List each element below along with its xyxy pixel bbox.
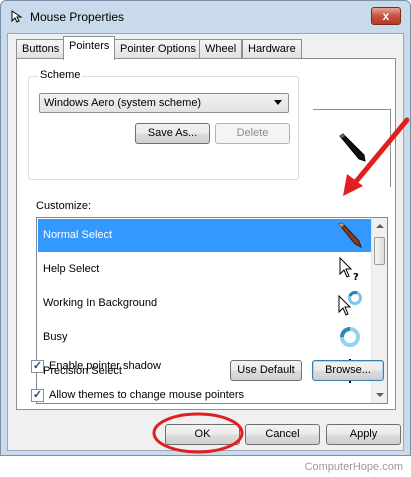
red-arrow-annotation: [343, 117, 410, 196]
tab-pointers[interactable]: Pointers: [63, 36, 116, 60]
annotation-overlay: [152, 117, 410, 454]
red-circle-annotation: [152, 412, 244, 454]
watermark: ComputerHope.com: [304, 461, 403, 473]
